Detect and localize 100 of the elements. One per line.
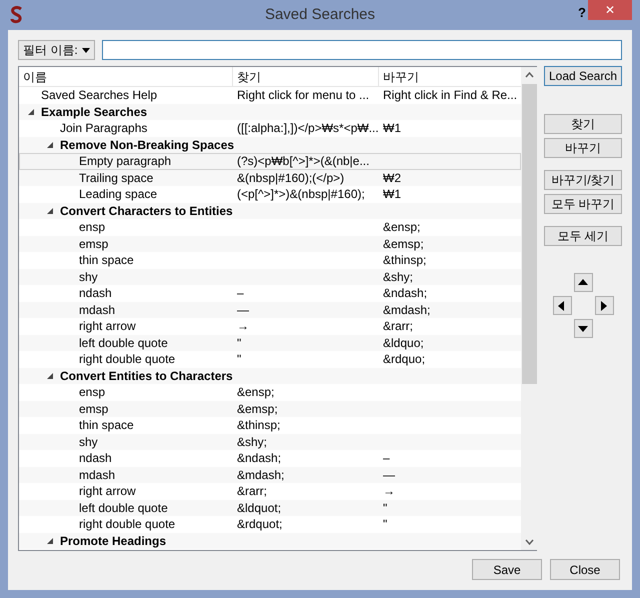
tree-group-row[interactable]: Promote Headings [19, 532, 522, 549]
search-name: right arrow [79, 318, 136, 336]
move-right-button[interactable] [594, 296, 614, 315]
find-pattern: – [237, 286, 244, 300]
find-pattern: &emsp; [237, 402, 278, 416]
side-button[interactable]: 찾기 [544, 114, 622, 134]
footer-button[interactable]: Save [472, 559, 542, 580]
search-name: left double quote [79, 500, 168, 517]
replace-pattern: &thinsp; [383, 253, 426, 268]
replace-pattern: &emsp; [383, 236, 424, 251]
search-name: right double quote [79, 351, 176, 368]
search-name: Promote Headings [60, 532, 166, 550]
find-pattern: &ensp; [237, 385, 274, 400]
find-pattern: &rdquot; [237, 517, 282, 532]
search-name: Saved Searches Help [41, 87, 158, 104]
scrollbar-thumb[interactable] [522, 84, 538, 384]
tree-group-row[interactable]: Remove Non-Breaking Spaces [19, 136, 522, 153]
app-logo-icon [9, 6, 25, 24]
search-name: Convert Characters to Entities [60, 202, 233, 220]
expanded-triangle-icon[interactable] [47, 538, 53, 544]
replace-pattern: ₩1 [383, 187, 401, 202]
tree-row[interactable]: Trailing space &(nbsp|#160);(</p>) ₩2 [19, 170, 522, 186]
window-title: Saved Searches [264, 4, 376, 25]
search-name: Convert Entities to Characters [60, 368, 233, 385]
side-button[interactable]: Load Search [544, 66, 622, 86]
search-name: emsp [79, 400, 108, 418]
find-pattern: &mdash; [237, 468, 284, 482]
column-header[interactable]: 바꾸기 [379, 67, 522, 86]
expanded-triangle-icon[interactable] [47, 372, 53, 379]
move-up-button[interactable] [574, 273, 592, 292]
replace-pattern: " [383, 500, 388, 515]
column-header[interactable]: 찾기 [233, 67, 379, 86]
search-name: Empty paragraph [79, 153, 172, 170]
tree-row[interactable]: mdash — &mdash; [19, 302, 522, 318]
search-name: shy [79, 434, 98, 451]
side-button[interactable]: 바꾸기 [544, 138, 622, 158]
find-pattern: — [237, 302, 249, 317]
move-left-button[interactable] [552, 296, 572, 315]
find-pattern: " [237, 336, 242, 350]
search-name: mdash [79, 466, 116, 484]
tree-row[interactable]: emsp &emsp; [19, 236, 522, 252]
expanded-triangle-icon[interactable] [28, 108, 34, 115]
tree-row[interactable]: shy &shy; [19, 268, 522, 285]
replace-pattern: &rarr; [383, 319, 413, 334]
search-name: thin space [79, 417, 134, 434]
tree-row[interactable]: left double quote " &ldquo; [19, 334, 522, 351]
dropdown-arrow-icon [82, 48, 90, 52]
replace-pattern: &ldquo; [383, 336, 424, 350]
find-pattern: ([[:alpha:],])</p>₩s*<p₩... [237, 121, 379, 136]
replace-pattern: – [383, 451, 390, 466]
find-pattern: → [237, 319, 249, 334]
search-name: mdash [79, 302, 116, 319]
replace-pattern: Right click in Find & Re... [383, 88, 518, 102]
search-name: ensp [79, 384, 106, 402]
tree-row[interactable]: mdash &mdash; — [19, 466, 522, 483]
search-name: Leading space [79, 186, 158, 204]
tree-row[interactable]: Empty paragraph (?s)<p₩b[^>]*>(&(nb|e... [19, 153, 522, 170]
expanded-triangle-icon[interactable] [47, 208, 53, 214]
find-pattern: (<p[^>]*>)&(nbsp|#160); [237, 187, 365, 202]
help-button[interactable]: ? [578, 3, 586, 22]
find-pattern: Right click for menu to ... [237, 88, 370, 102]
search-name: left double quote [79, 334, 168, 352]
search-name: thin space [79, 252, 134, 270]
replace-pattern: → [383, 484, 395, 498]
tree-row[interactable]: emsp &emsp; [19, 400, 522, 417]
replace-pattern: &mdash; [383, 302, 430, 317]
search-name: emsp [79, 236, 108, 253]
search-name: ensp [79, 219, 106, 236]
filter-dropdown[interactable]: 필터 이름: [18, 40, 95, 60]
search-name: Join Paragraphs [60, 120, 148, 138]
tree-group-row[interactable]: Convert Entities to Characters [19, 368, 522, 384]
filter-field[interactable] [102, 40, 622, 60]
find-pattern: &thinsp; [237, 418, 280, 432]
footer-button[interactable]: Close [550, 559, 620, 580]
close-button[interactable]: ✕ [588, 0, 632, 20]
tree-row[interactable]: left double quote &ldquot; " [19, 500, 522, 516]
find-pattern: (?s)<p₩b[^>]*>(&(nb|e... [237, 154, 370, 168]
replace-pattern: — [383, 468, 395, 482]
search-name: Remove Non-Breaking Spaces [60, 136, 234, 154]
replace-pattern: ₩1 [383, 121, 401, 136]
side-button[interactable]: 모두 세기 [544, 226, 622, 246]
vertical-scrollbar[interactable] [521, 67, 538, 550]
find-pattern: &ndash; [237, 451, 282, 466]
side-button[interactable]: 모두 바꾸기 [544, 194, 622, 214]
replace-pattern: ₩2 [383, 170, 401, 185]
tree-group-row[interactable]: Example Searches [19, 104, 522, 120]
side-button[interactable]: 바꾸기/찾기 [544, 170, 622, 190]
search-name: Trailing space [79, 170, 154, 187]
search-name: right double quote [79, 516, 176, 534]
find-pattern: &ldquot; [237, 500, 282, 515]
tree-row[interactable]: shy &shy; [19, 434, 522, 450]
expanded-triangle-icon[interactable] [47, 142, 53, 148]
replace-pattern: &ndash; [383, 286, 428, 300]
move-down-button[interactable] [574, 319, 592, 338]
search-name: ndash [79, 450, 112, 468]
column-header[interactable]: 이름 [19, 67, 233, 86]
replace-pattern: &shy; [383, 270, 414, 284]
tree-group-row[interactable]: Convert Characters to Entities [19, 202, 522, 219]
replace-pattern: &rdquo; [383, 352, 426, 366]
search-name: right arrow [79, 483, 136, 500]
